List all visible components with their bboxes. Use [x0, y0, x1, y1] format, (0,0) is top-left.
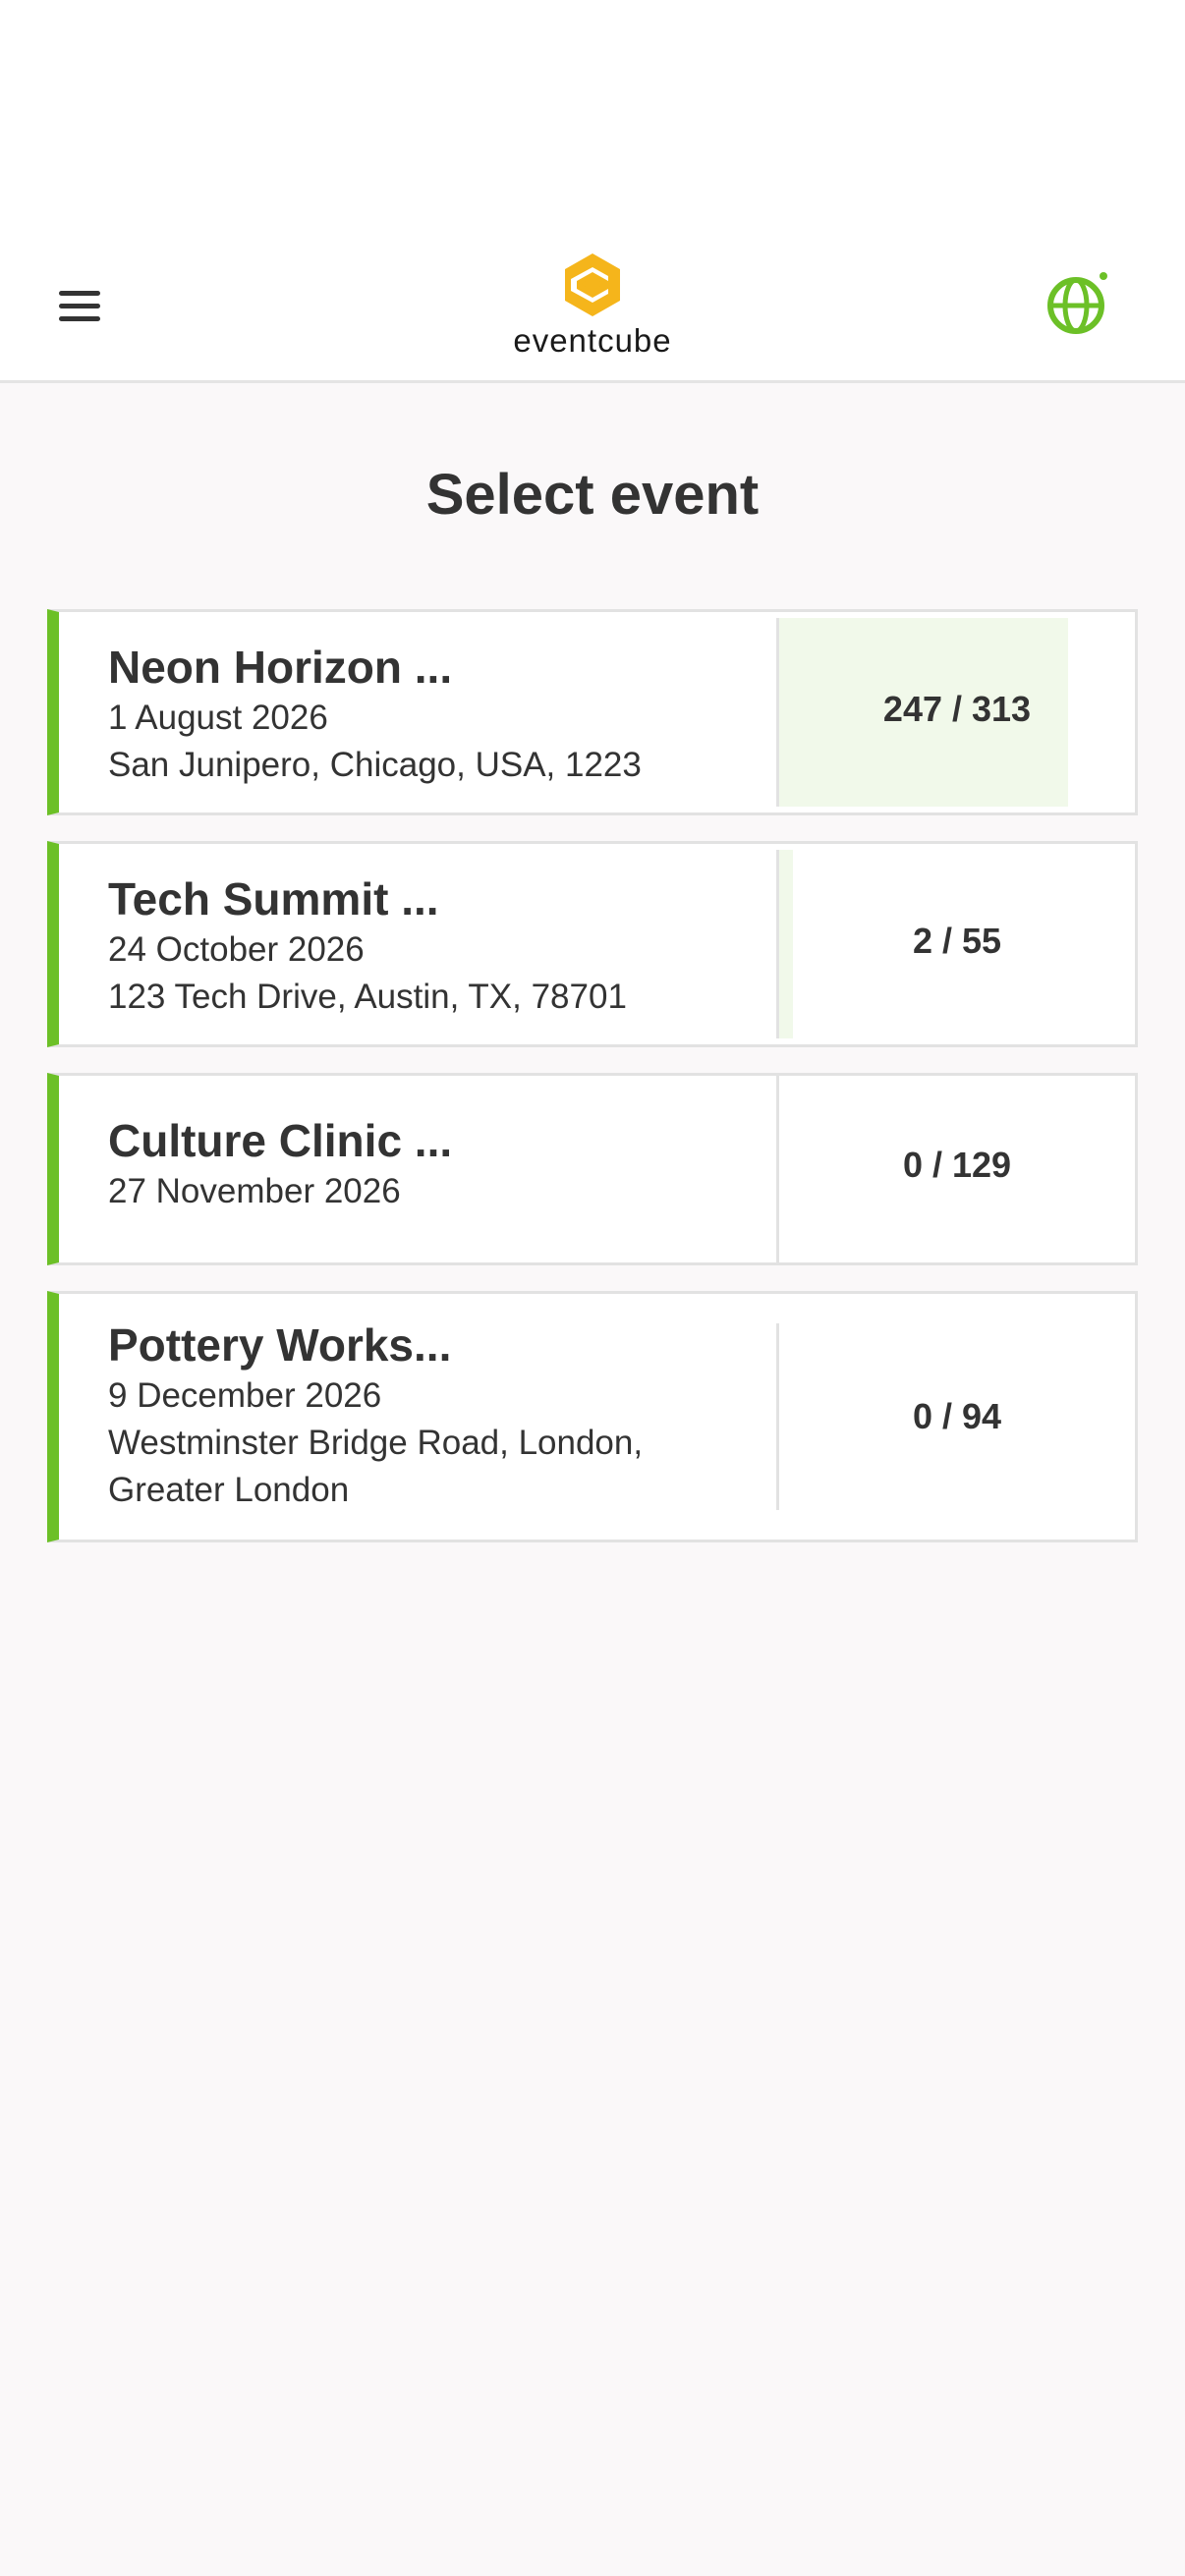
event-card[interactable]: Culture Clinic ... 27 November 2026 0 / … — [47, 1073, 1138, 1265]
event-card[interactable]: Tech Summit ... 24 October 2026 123 Tech… — [47, 841, 1138, 1047]
ticket-counter: 0 / 129 — [902, 1145, 1012, 1185]
hamburger-menu-icon — [59, 290, 100, 296]
event-date: 9 December 2026 — [108, 1376, 382, 1415]
globe-icon — [1047, 272, 1107, 334]
event-list: Neon Horizon ... 1 August 2026 San Junip… — [47, 609, 1138, 1568]
ticket-counter: 247 / 313 — [882, 689, 1032, 729]
event-location: Westminster Bridge Road, London, — [108, 1424, 644, 1462]
event-card[interactable]: Pottery Works... 9 December 2026 Westmin… — [47, 1291, 1138, 1542]
ticket-counter: 2 / 55 — [912, 921, 1002, 961]
event-title: Pottery Works... — [108, 1319, 452, 1371]
event-title: Tech Summit ... — [108, 873, 439, 924]
event-date: 24 October 2026 — [108, 930, 365, 969]
event-date: 1 August 2026 — [108, 699, 328, 737]
app-header: eventcube — [0, 236, 1185, 383]
logo-text: eventcube — [513, 322, 672, 359]
event-location: San Junipero, Chicago, USA, 1223 — [108, 746, 642, 784]
menu-button[interactable] — [49, 275, 110, 336]
ticket-counter: 0 / 94 — [912, 1396, 1002, 1436]
event-location: 123 Tech Drive, Austin, TX, 78701 — [108, 978, 627, 1016]
cube-logo-icon — [565, 253, 620, 316]
status-bar-area — [0, 0, 1185, 236]
eventcube-logo: eventcube — [494, 252, 691, 360]
event-date: 27 November 2026 — [108, 1172, 401, 1210]
event-title: Culture Clinic ... — [108, 1115, 453, 1166]
event-location-line2: Greater London — [108, 1471, 350, 1509]
event-card[interactable]: Neon Horizon ... 1 August 2026 San Junip… — [47, 609, 1138, 815]
language-button[interactable] — [1044, 268, 1113, 337]
event-title: Neon Horizon ... — [108, 642, 453, 693]
page-title: Select event — [425, 463, 760, 527]
